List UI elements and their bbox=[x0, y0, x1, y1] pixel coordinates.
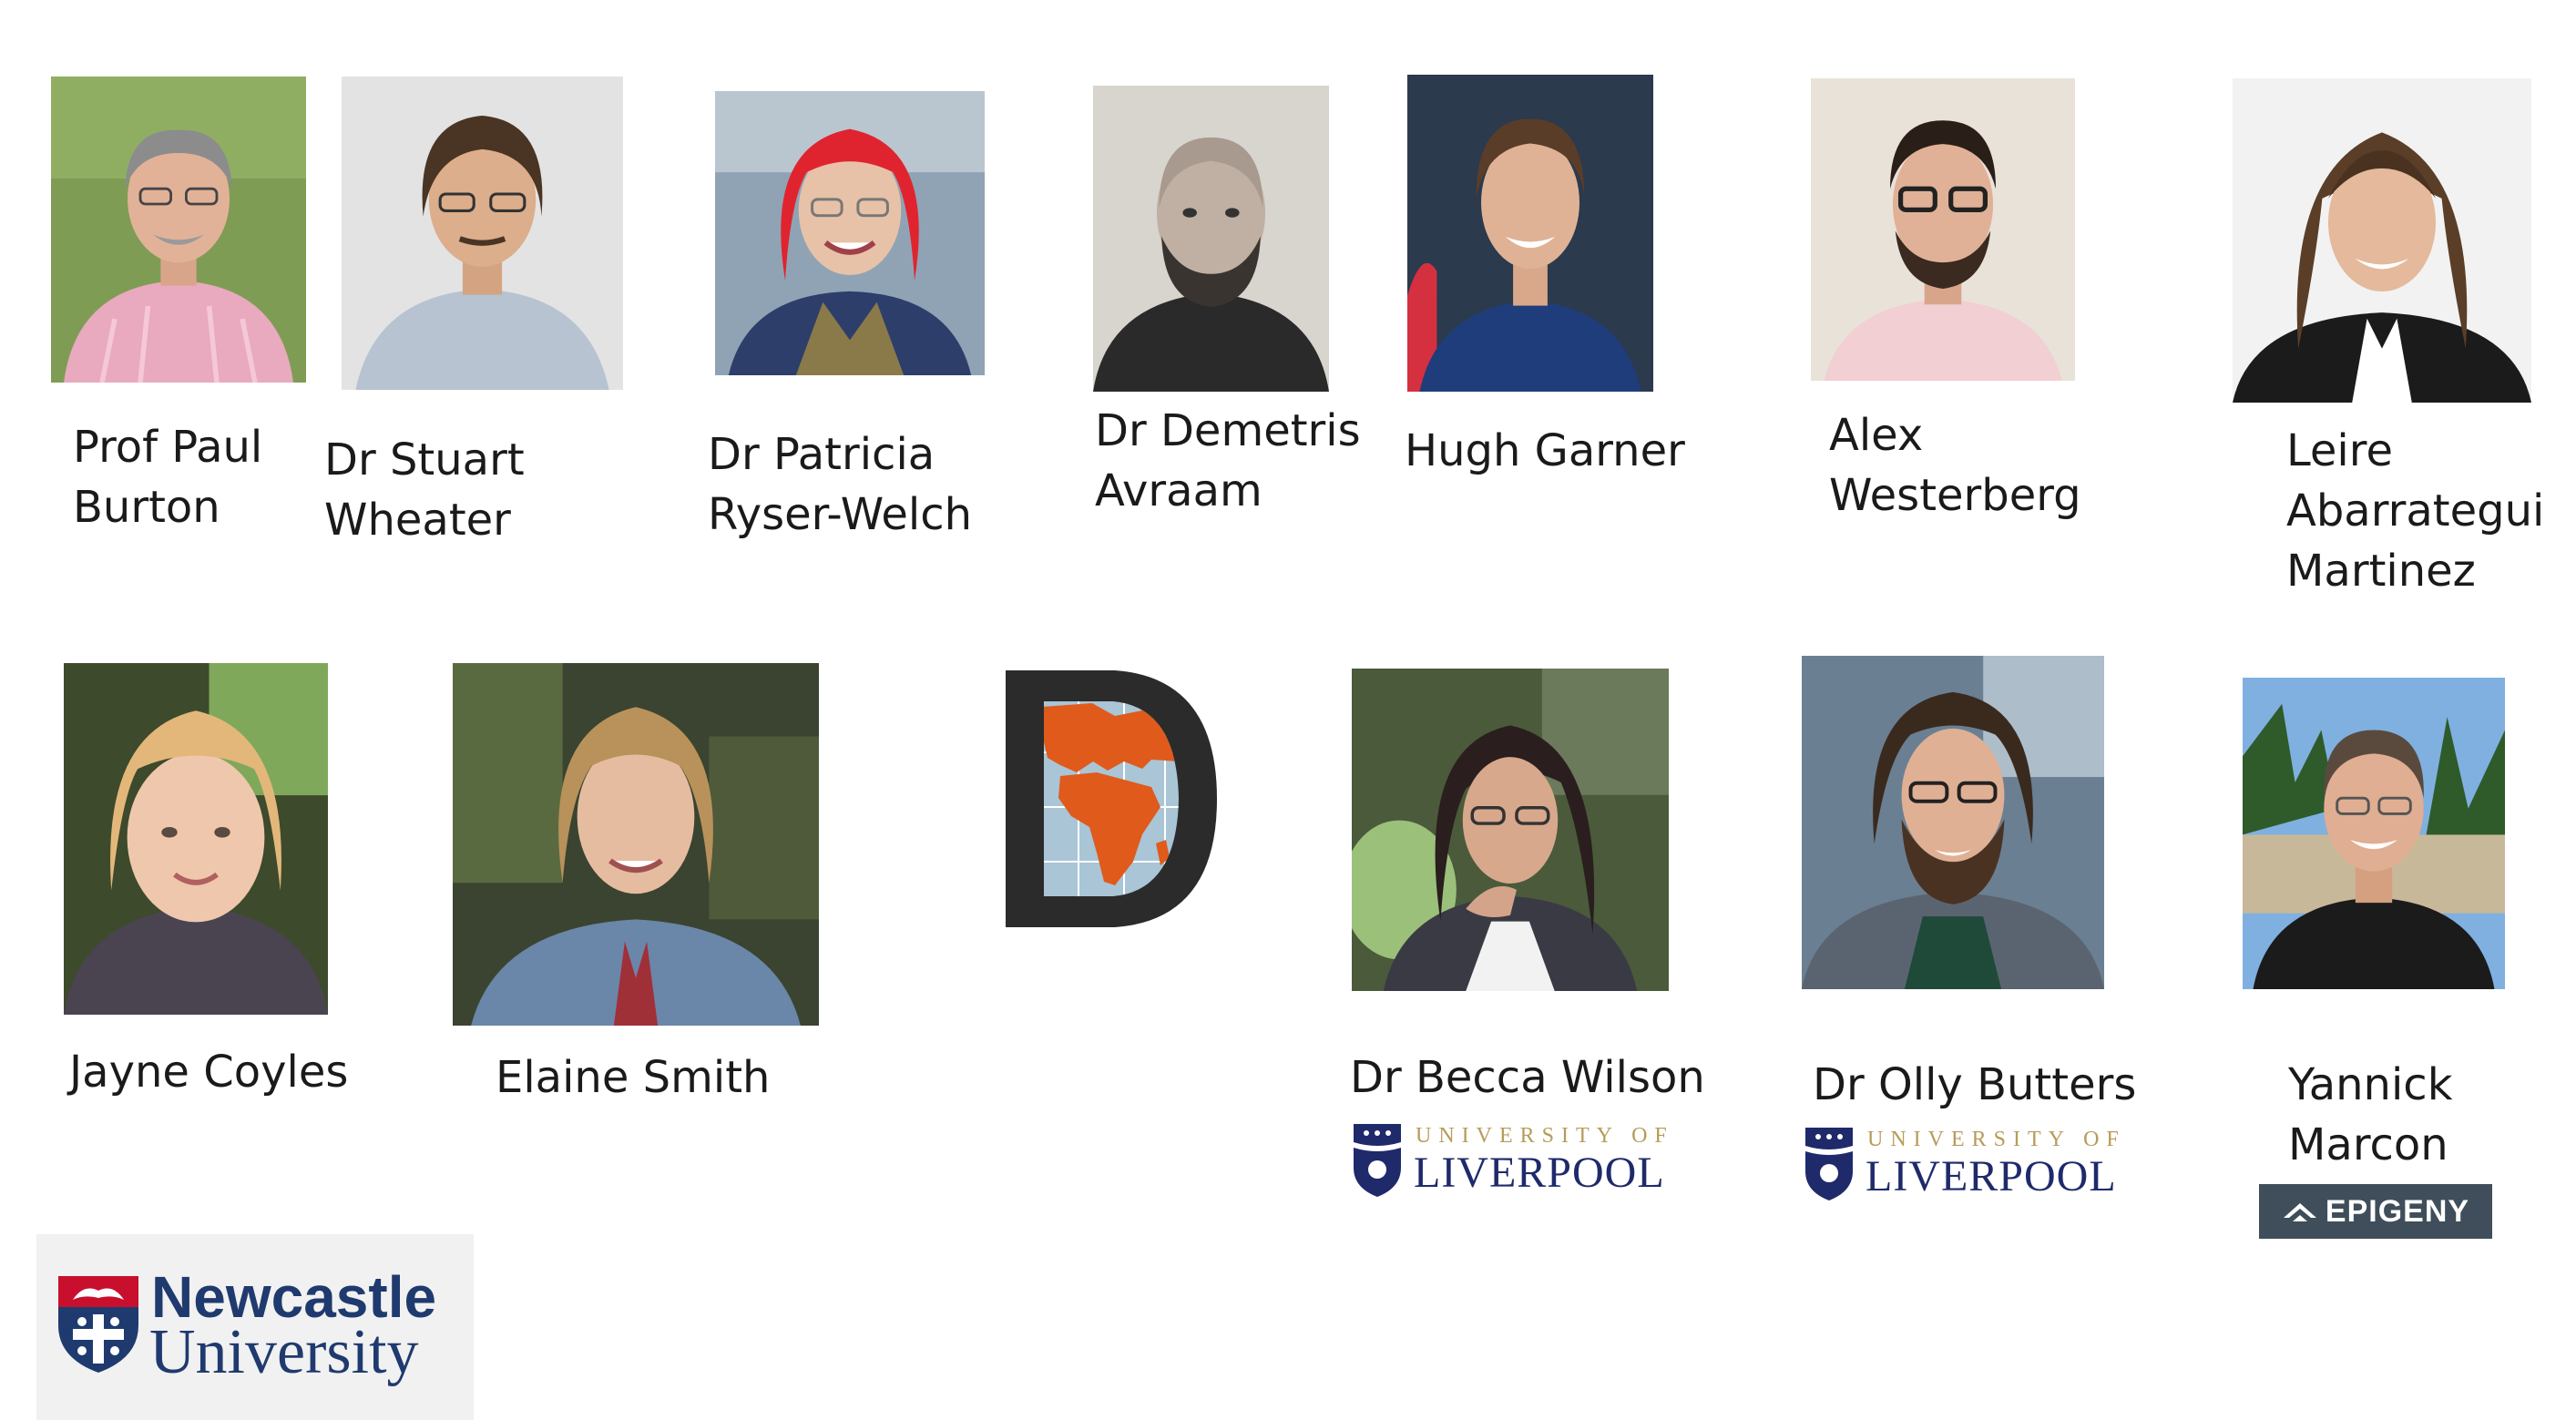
datashield-logo bbox=[1006, 670, 1217, 927]
name-line: Westerberg bbox=[1829, 470, 2081, 521]
name-line: Dr Stuart bbox=[324, 434, 525, 485]
name-olly-butters: Dr Olly Butters bbox=[1813, 1055, 2136, 1115]
name-line: Ryser-Welch bbox=[708, 489, 973, 540]
name-line: Elaine Smith bbox=[496, 1052, 771, 1103]
name-line: Dr Demetris bbox=[1095, 405, 1361, 456]
epigeny-logo-text: EPIGENY bbox=[2325, 1193, 2470, 1229]
portrait-demetris-avraam bbox=[1093, 86, 1329, 392]
portrait-leire-abarrategui-martinez bbox=[2233, 78, 2531, 403]
liverpool-line-1: UNIVERSITY OF bbox=[1867, 1128, 2126, 1151]
name-paul-burton: Prof Paul Burton bbox=[73, 417, 262, 537]
name-line: Dr Olly Butters bbox=[1813, 1059, 2137, 1110]
portrait-yannick-marcon bbox=[2243, 678, 2505, 989]
name-patricia-ryser-welch: Dr Patricia Ryser-Welch bbox=[708, 424, 972, 545]
portrait-jayne-coyles bbox=[64, 663, 328, 1015]
name-hugh-garner: Hugh Garner bbox=[1405, 421, 1685, 481]
name-stuart-wheater: Dr Stuart Wheater bbox=[324, 430, 525, 550]
name-jayne-coyles: Jayne Coyles bbox=[69, 1042, 348, 1102]
portrait-patricia-ryser-welch bbox=[715, 91, 985, 375]
name-line: Jayne Coyles bbox=[69, 1047, 349, 1098]
name-line: Wheater bbox=[324, 495, 511, 546]
name-line: Hugh Garner bbox=[1405, 425, 1685, 476]
name-line: Dr Patricia bbox=[708, 429, 935, 480]
liverpool-crest-icon bbox=[1354, 1124, 1401, 1197]
name-leire-abarrategui-martinez: Leire Abarrategui Martinez bbox=[2286, 421, 2544, 601]
name-line: Yannick bbox=[2288, 1059, 2453, 1110]
epigeny-logo: EPIGENY bbox=[2259, 1184, 2492, 1239]
name-line: Burton bbox=[73, 482, 220, 533]
name-alex-westerberg: Alex Westerberg bbox=[1829, 405, 2081, 526]
liverpool-crest-icon bbox=[1805, 1128, 1853, 1200]
name-line: Marcon bbox=[2288, 1119, 2448, 1170]
epigeny-mark-icon bbox=[2283, 1203, 2316, 1221]
name-demetris-avraam: Dr Demetris Avraam bbox=[1095, 401, 1361, 521]
liverpool-line-2: LIVERPOOL bbox=[1866, 1152, 2117, 1200]
university-of-liverpool-logo: UNIVERSITY OF LIVERPOOL bbox=[1804, 1126, 2119, 1202]
portrait-elaine-smith bbox=[453, 663, 819, 1026]
liverpool-line-1: UNIVERSITY OF bbox=[1416, 1124, 1674, 1148]
name-elaine-smith: Elaine Smith bbox=[496, 1047, 770, 1108]
liverpool-line-2: LIVERPOOL bbox=[1414, 1149, 1665, 1197]
name-line: Alex bbox=[1829, 410, 1924, 461]
portrait-hugh-garner bbox=[1407, 75, 1653, 392]
university-of-liverpool-logo: UNIVERSITY OF LIVERPOOL bbox=[1352, 1122, 1667, 1199]
name-line: Avraam bbox=[1095, 465, 1262, 516]
portrait-becca-wilson bbox=[1352, 669, 1669, 991]
name-yannick-marcon: Yannick Marcon bbox=[2288, 1055, 2453, 1175]
name-line: Abarrategui bbox=[2286, 485, 2545, 536]
name-line: Prof Paul bbox=[73, 422, 263, 473]
portrait-olly-butters bbox=[1802, 656, 2104, 989]
name-line: Martinez bbox=[2286, 546, 2476, 597]
name-line: Leire bbox=[2286, 425, 2393, 476]
name-becca-wilson: Dr Becca Wilson bbox=[1350, 1047, 1705, 1108]
newcastle-shield-icon bbox=[58, 1276, 138, 1373]
portrait-stuart-wheater bbox=[342, 77, 623, 390]
portrait-paul-burton bbox=[51, 77, 306, 383]
newcastle-line-2: University bbox=[149, 1317, 419, 1387]
newcastle-university-logo: Newcastle University bbox=[36, 1234, 474, 1420]
portrait-alex-westerberg bbox=[1811, 78, 2075, 381]
name-line: Dr Becca Wilson bbox=[1350, 1052, 1705, 1103]
